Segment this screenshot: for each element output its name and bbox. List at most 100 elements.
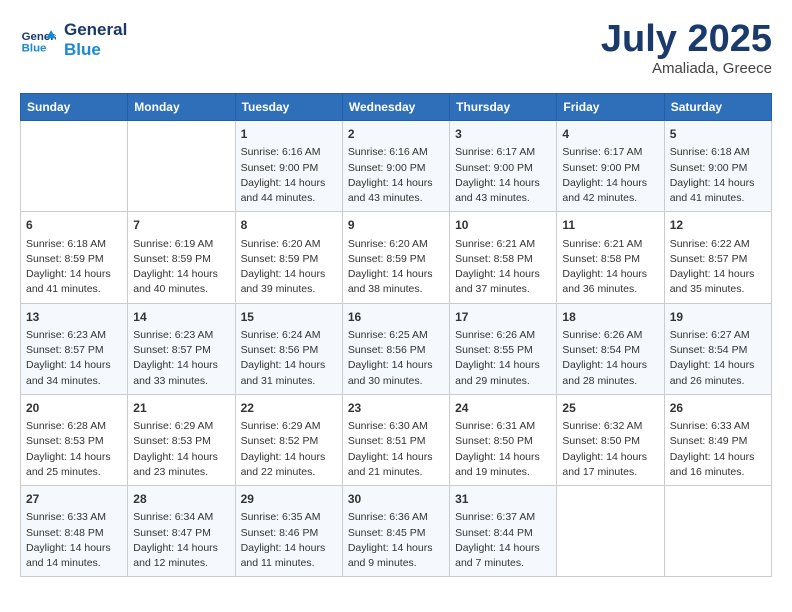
day-info: Sunrise: 6:33 AM [670, 419, 766, 434]
calendar-cell: 27Sunrise: 6:33 AMSunset: 8:48 PMDayligh… [21, 486, 128, 577]
calendar-cell: 10Sunrise: 6:21 AMSunset: 8:58 PMDayligh… [450, 212, 557, 303]
calendar-cell: 31Sunrise: 6:37 AMSunset: 8:44 PMDayligh… [450, 486, 557, 577]
calendar-cell [557, 486, 664, 577]
day-number: 26 [670, 400, 766, 417]
calendar-cell: 24Sunrise: 6:31 AMSunset: 8:50 PMDayligh… [450, 394, 557, 485]
day-number: 6 [26, 217, 122, 234]
day-number: 30 [348, 491, 444, 508]
day-number: 5 [670, 126, 766, 143]
day-info: Daylight: 14 hours and 7 minutes. [455, 541, 551, 571]
day-info: Sunset: 8:51 PM [348, 434, 444, 449]
calendar-week-2: 6Sunrise: 6:18 AMSunset: 8:59 PMDaylight… [21, 212, 772, 303]
day-info: Sunset: 9:00 PM [348, 161, 444, 176]
calendar-cell: 26Sunrise: 6:33 AMSunset: 8:49 PMDayligh… [664, 394, 771, 485]
day-number: 25 [562, 400, 658, 417]
day-info: Sunset: 8:46 PM [241, 526, 337, 541]
day-number: 21 [133, 400, 229, 417]
weekday-header-friday: Friday [557, 94, 664, 121]
calendar-cell: 14Sunrise: 6:23 AMSunset: 8:57 PMDayligh… [128, 303, 235, 394]
day-info: Sunrise: 6:20 AM [348, 237, 444, 252]
day-info: Sunset: 8:44 PM [455, 526, 551, 541]
day-info: Daylight: 14 hours and 33 minutes. [133, 358, 229, 388]
day-info: Sunset: 8:57 PM [670, 252, 766, 267]
day-number: 19 [670, 309, 766, 326]
day-info: Sunrise: 6:21 AM [455, 237, 551, 252]
weekday-header-saturday: Saturday [664, 94, 771, 121]
day-info: Sunrise: 6:36 AM [348, 510, 444, 525]
calendar-cell: 17Sunrise: 6:26 AMSunset: 8:55 PMDayligh… [450, 303, 557, 394]
day-number: 27 [26, 491, 122, 508]
day-info: Daylight: 14 hours and 36 minutes. [562, 267, 658, 297]
svg-text:Blue: Blue [22, 42, 47, 54]
day-info: Sunset: 8:45 PM [348, 526, 444, 541]
day-info: Daylight: 14 hours and 9 minutes. [348, 541, 444, 571]
day-info: Sunrise: 6:26 AM [562, 328, 658, 343]
calendar-cell: 23Sunrise: 6:30 AMSunset: 8:51 PMDayligh… [342, 394, 449, 485]
day-info: Sunset: 8:50 PM [562, 434, 658, 449]
day-info: Sunrise: 6:31 AM [455, 419, 551, 434]
day-info: Sunrise: 6:16 AM [241, 145, 337, 160]
day-number: 7 [133, 217, 229, 234]
title-block: July 2025 Amaliada, Greece [601, 20, 772, 77]
day-info: Sunset: 8:56 PM [348, 343, 444, 358]
calendar-cell: 5Sunrise: 6:18 AMSunset: 9:00 PMDaylight… [664, 121, 771, 212]
day-info: Daylight: 14 hours and 34 minutes. [26, 358, 122, 388]
calendar-cell: 18Sunrise: 6:26 AMSunset: 8:54 PMDayligh… [557, 303, 664, 394]
day-number: 28 [133, 491, 229, 508]
day-number: 11 [562, 217, 658, 234]
calendar-cell: 20Sunrise: 6:28 AMSunset: 8:53 PMDayligh… [21, 394, 128, 485]
day-info: Sunset: 8:59 PM [133, 252, 229, 267]
day-number: 13 [26, 309, 122, 326]
calendar-cell: 6Sunrise: 6:18 AMSunset: 8:59 PMDaylight… [21, 212, 128, 303]
day-number: 1 [241, 126, 337, 143]
day-info: Daylight: 14 hours and 40 minutes. [133, 267, 229, 297]
day-number: 29 [241, 491, 337, 508]
calendar-cell: 2Sunrise: 6:16 AMSunset: 9:00 PMDaylight… [342, 121, 449, 212]
day-info: Sunrise: 6:35 AM [241, 510, 337, 525]
day-info: Sunset: 8:58 PM [455, 252, 551, 267]
calendar-week-5: 27Sunrise: 6:33 AMSunset: 8:48 PMDayligh… [21, 486, 772, 577]
calendar-cell: 15Sunrise: 6:24 AMSunset: 8:56 PMDayligh… [235, 303, 342, 394]
day-info: Sunrise: 6:16 AM [348, 145, 444, 160]
day-number: 23 [348, 400, 444, 417]
page-header: General Blue General Blue July 2025 Amal… [20, 20, 772, 77]
calendar-cell: 11Sunrise: 6:21 AMSunset: 8:58 PMDayligh… [557, 212, 664, 303]
weekday-header-sunday: Sunday [21, 94, 128, 121]
calendar-cell: 9Sunrise: 6:20 AMSunset: 8:59 PMDaylight… [342, 212, 449, 303]
day-number: 18 [562, 309, 658, 326]
calendar-cell: 13Sunrise: 6:23 AMSunset: 8:57 PMDayligh… [21, 303, 128, 394]
day-number: 2 [348, 126, 444, 143]
calendar-cell: 16Sunrise: 6:25 AMSunset: 8:56 PMDayligh… [342, 303, 449, 394]
day-info: Daylight: 14 hours and 41 minutes. [670, 176, 766, 206]
day-info: Sunset: 8:56 PM [241, 343, 337, 358]
day-info: Daylight: 14 hours and 14 minutes. [26, 541, 122, 571]
day-number: 17 [455, 309, 551, 326]
day-info: Sunset: 8:47 PM [133, 526, 229, 541]
calendar-cell [21, 121, 128, 212]
day-number: 20 [26, 400, 122, 417]
day-info: Daylight: 14 hours and 44 minutes. [241, 176, 337, 206]
day-number: 4 [562, 126, 658, 143]
weekday-header-thursday: Thursday [450, 94, 557, 121]
day-number: 16 [348, 309, 444, 326]
day-info: Sunset: 8:50 PM [455, 434, 551, 449]
day-info: Sunset: 9:00 PM [670, 161, 766, 176]
location: Amaliada, Greece [601, 60, 772, 77]
calendar-table: SundayMondayTuesdayWednesdayThursdayFrid… [20, 93, 772, 577]
weekday-header-row: SundayMondayTuesdayWednesdayThursdayFrid… [21, 94, 772, 121]
calendar-cell: 4Sunrise: 6:17 AMSunset: 9:00 PMDaylight… [557, 121, 664, 212]
month-title: July 2025 [601, 20, 772, 58]
calendar-cell: 1Sunrise: 6:16 AMSunset: 9:00 PMDaylight… [235, 121, 342, 212]
logo-line1: General [64, 20, 127, 40]
day-info: Daylight: 14 hours and 17 minutes. [562, 450, 658, 480]
day-info: Daylight: 14 hours and 23 minutes. [133, 450, 229, 480]
day-info: Sunset: 9:00 PM [455, 161, 551, 176]
calendar-cell [128, 121, 235, 212]
calendar-week-4: 20Sunrise: 6:28 AMSunset: 8:53 PMDayligh… [21, 394, 772, 485]
day-number: 3 [455, 126, 551, 143]
calendar-cell: 28Sunrise: 6:34 AMSunset: 8:47 PMDayligh… [128, 486, 235, 577]
day-info: Daylight: 14 hours and 30 minutes. [348, 358, 444, 388]
day-info: Sunrise: 6:18 AM [26, 237, 122, 252]
day-info: Sunset: 8:59 PM [241, 252, 337, 267]
day-info: Sunset: 8:53 PM [133, 434, 229, 449]
